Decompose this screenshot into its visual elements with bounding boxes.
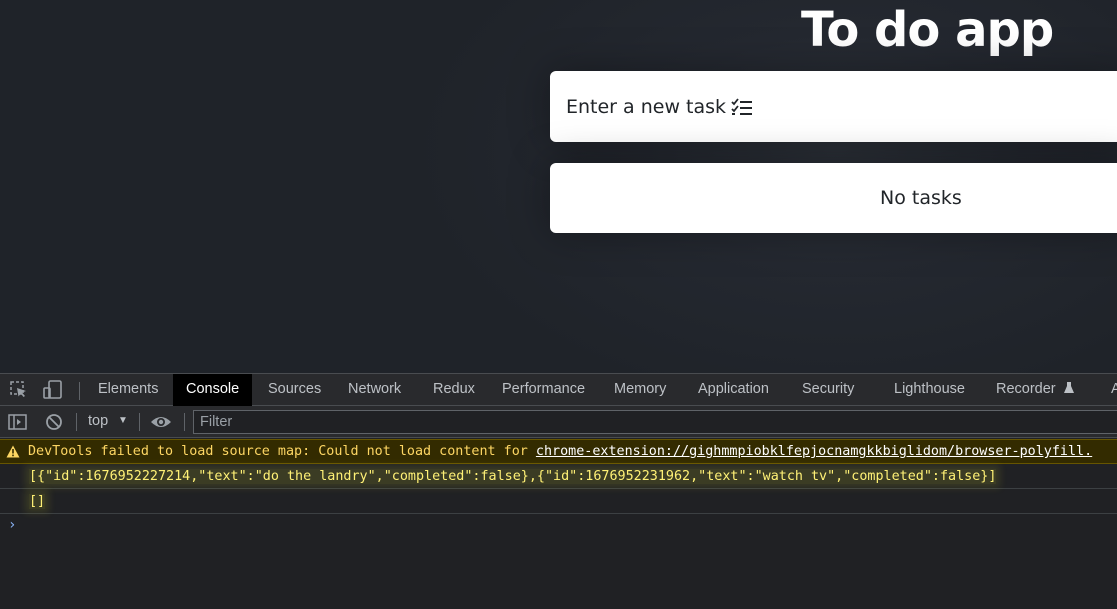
empty-state-message: No tasks: [880, 187, 962, 209]
log-value[interactable]: []: [29, 494, 46, 509]
flask-icon: [1063, 382, 1074, 393]
console-prompt-icon[interactable]: ›: [8, 517, 16, 533]
app-title: To do app: [801, 2, 1054, 58]
tab-memory[interactable]: Memory: [614, 374, 666, 406]
source-map-link[interactable]: chrome-extension://gighmmpiobklfepjocnam…: [536, 444, 1092, 459]
tab-performance[interactable]: Performance: [502, 374, 585, 406]
new-task-input[interactable]: Enter a new task: [550, 71, 1117, 142]
tab-sources[interactable]: Sources: [268, 374, 321, 406]
toolbar-divider: [76, 413, 77, 431]
console-toolbar: top ▼ Filter: [0, 406, 1117, 438]
tab-redux[interactable]: Redux: [433, 374, 475, 406]
console-log-entry: [{"id":1676952227214,"text":"do the land…: [0, 464, 1117, 489]
toolbar-divider: [139, 413, 140, 431]
warning-icon: [6, 445, 20, 458]
tab-application[interactable]: Application: [698, 374, 769, 406]
warning-text: DevTools failed to load source map: Coul…: [28, 444, 536, 459]
tab-overflow[interactable]: A: [1111, 374, 1117, 406]
tab-recorder-label: Recorder: [996, 381, 1056, 397]
console-log-entry: []: [0, 489, 1117, 514]
console-filter-input[interactable]: Filter: [193, 410, 1117, 434]
live-expression-icon[interactable]: [150, 411, 172, 433]
log-value[interactable]: [{"id":1676952227214,"text":"do the land…: [29, 469, 997, 484]
devtools-panel: Elements Console Sources Network Redux P…: [0, 373, 1117, 609]
device-toolbar-icon[interactable]: [42, 379, 64, 401]
task-list: No tasks: [550, 163, 1117, 233]
checklist-icon: [731, 97, 753, 115]
console-warning-message: DevTools failed to load source map: Coul…: [0, 439, 1117, 464]
console-sidebar-icon[interactable]: [7, 411, 29, 433]
tab-recorder[interactable]: Recorder: [996, 374, 1075, 406]
app-viewport: To do app Enter a new task No tasks: [0, 0, 1117, 373]
console-output: DevTools failed to load source map: Coul…: [0, 439, 1117, 609]
toolbar-divider: [79, 382, 80, 400]
tab-console[interactable]: Console: [173, 374, 253, 406]
toolbar-divider: [184, 413, 185, 431]
new-task-placeholder: Enter a new task: [566, 95, 727, 118]
chevron-down-icon[interactable]: ▼: [118, 415, 128, 426]
clear-console-icon[interactable]: [43, 411, 65, 433]
tab-lighthouse[interactable]: Lighthouse: [894, 374, 965, 406]
tab-security[interactable]: Security: [802, 374, 854, 406]
tab-elements[interactable]: Elements: [98, 374, 158, 406]
tab-network[interactable]: Network: [348, 374, 401, 406]
inspect-element-icon[interactable]: [8, 379, 30, 401]
devtools-tabbar: Elements Console Sources Network Redux P…: [0, 373, 1117, 406]
context-selector[interactable]: top: [88, 413, 108, 429]
